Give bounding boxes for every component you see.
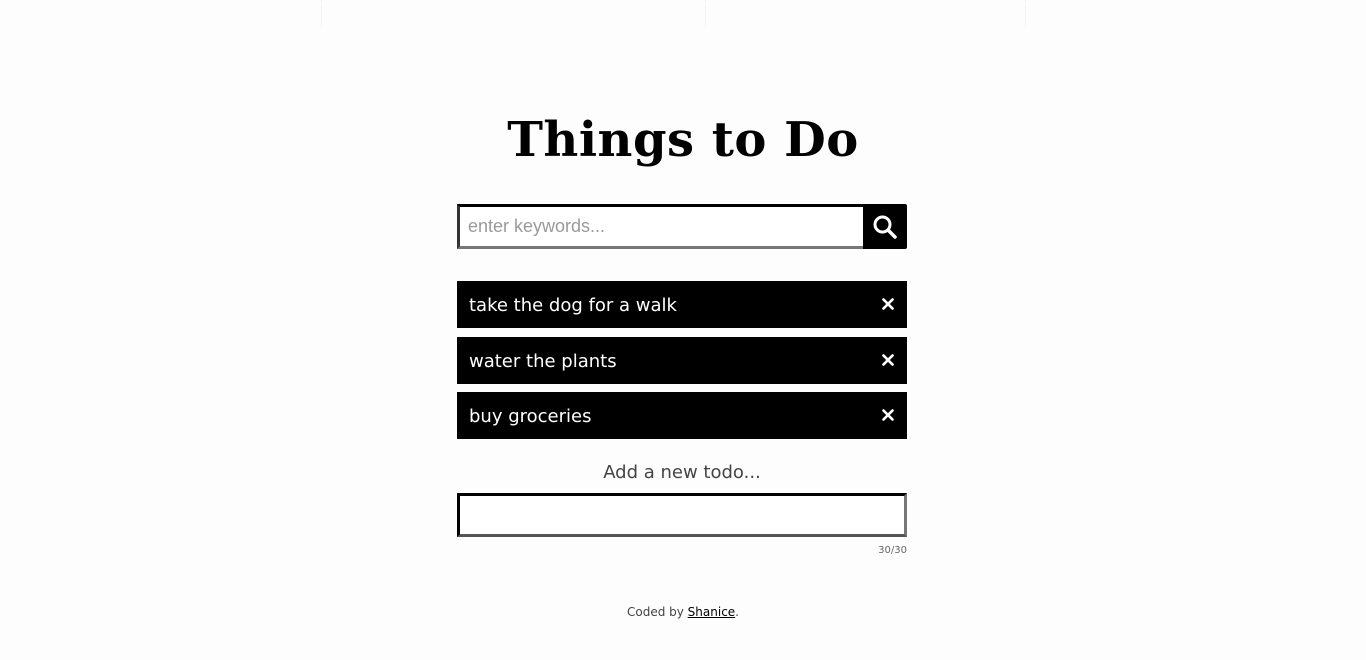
todo-text: buy groceries (469, 406, 592, 427)
todo-list: take the dog for a walk water the plants… (457, 281, 907, 448)
guide-line (705, 0, 706, 28)
close-icon (882, 409, 894, 421)
footer-suffix: . (735, 605, 739, 619)
close-icon (882, 298, 894, 310)
delete-todo-button[interactable] (882, 294, 894, 310)
search-button[interactable] (863, 204, 907, 249)
search-input[interactable] (457, 204, 863, 249)
delete-todo-button[interactable] (882, 405, 894, 421)
footer-prefix: Coded by (626, 605, 688, 619)
todo-item: buy groceries (457, 392, 907, 439)
todo-text: take the dog for a walk (469, 295, 677, 316)
page-title: Things to Do (507, 112, 859, 168)
todo-text: water the plants (469, 350, 617, 372)
search-icon (873, 215, 897, 239)
footer: Coded by Shanice. (0, 605, 1366, 619)
author-link[interactable]: Shanice (688, 605, 736, 619)
add-todo-label: Add a new todo... (603, 462, 761, 483)
todo-item: take the dog for a walk (457, 281, 907, 328)
add-todo-input[interactable] (457, 493, 907, 537)
search-bar (457, 204, 907, 249)
guide-line (321, 0, 322, 28)
close-icon (882, 353, 894, 366)
todo-item: water the plants (457, 336, 907, 384)
character-counter: 30/30 (878, 545, 907, 556)
guide-line (1025, 0, 1026, 28)
delete-todo-button[interactable] (882, 350, 894, 366)
